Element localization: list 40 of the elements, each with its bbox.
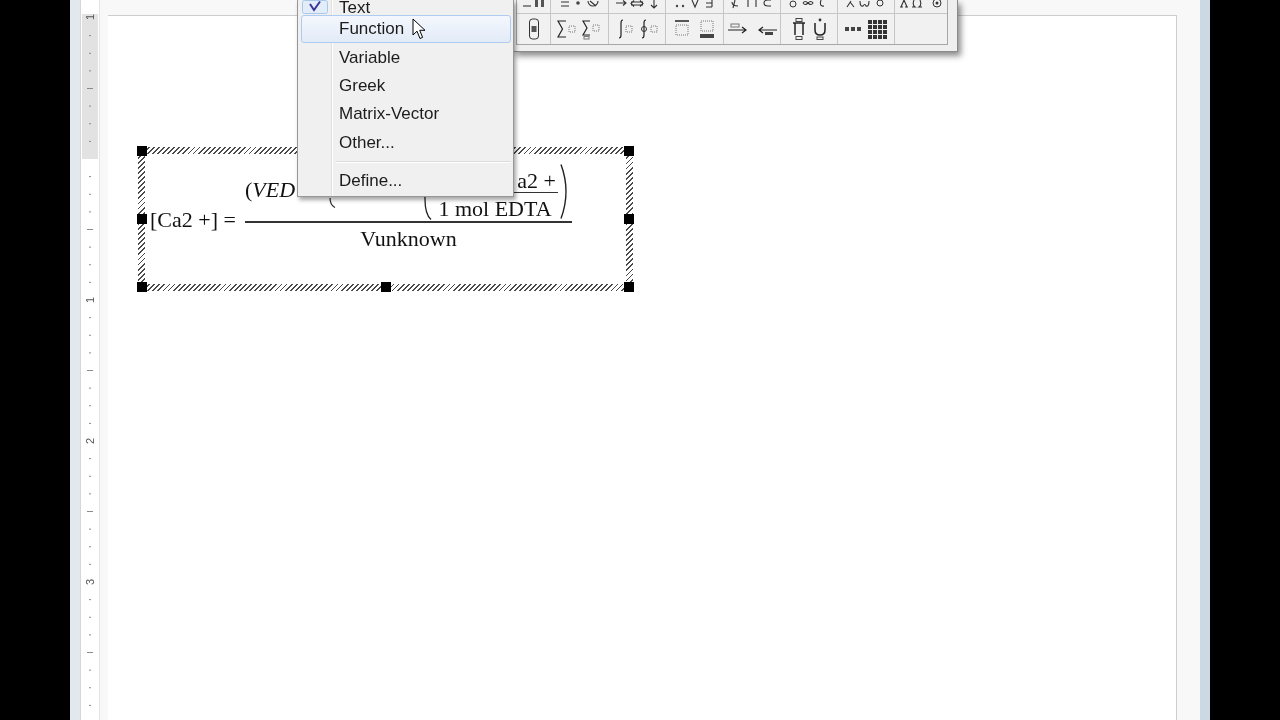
union-icon[interactable] — [811, 18, 828, 40]
menu-item[interactable]: Text — [301, 0, 511, 15]
left-parenthesis — [422, 196, 432, 220]
ruler-number: 1 — [83, 12, 97, 23]
menu-item[interactable]: Define... — [301, 166, 511, 196]
menu-item[interactable]: Greek — [301, 71, 511, 101]
math-symbols-icon[interactable] — [520, 0, 547, 9]
parenthesis-fragment — [328, 198, 337, 208]
inner-numerator: a2 + — [517, 170, 556, 192]
underbar-icon[interactable] — [697, 18, 717, 40]
menu-item[interactable]: Function — [301, 15, 511, 44]
numerator-text: (VED — [245, 176, 296, 203]
math-symbols-icon[interactable] — [614, 0, 660, 9]
ruler-number: 1 — [83, 295, 97, 306]
menu-item[interactable]: Matrix-Vector — [301, 100, 511, 129]
resize-handle[interactable] — [137, 282, 147, 292]
math-symbols-icon[interactable] — [673, 0, 716, 9]
ruler-number: 3 — [83, 577, 97, 588]
resize-handle[interactable] — [380, 282, 391, 292]
matrix-grid-icon[interactable] — [866, 18, 889, 40]
resize-handle[interactable] — [137, 146, 147, 156]
resize-handle[interactable] — [624, 214, 634, 224]
resize-handle[interactable] — [624, 282, 634, 292]
mouse-pointer-icon — [412, 18, 426, 40]
product-icon[interactable] — [790, 18, 807, 40]
math-symbols-icon[interactable] — [845, 0, 887, 9]
contour-integral-icon[interactable] — [638, 18, 659, 40]
inner-denominator: 1 mol EDTA — [438, 198, 552, 220]
math-symbols-icon[interactable] — [730, 0, 774, 9]
math-symbols-icon[interactable] — [558, 0, 601, 9]
summation-icon[interactable] — [557, 18, 577, 40]
equation-lhs: [Ca2 +] = — [150, 207, 237, 233]
fence-template-icon[interactable] — [527, 18, 540, 40]
menu-item[interactable]: Variable — [301, 43, 511, 72]
ruler-number: 2 — [83, 436, 97, 447]
math-symbols-icon[interactable] — [899, 0, 943, 9]
summation-limits-icon[interactable] — [582, 18, 602, 40]
resize-handle[interactable] — [624, 146, 634, 156]
resize-handle[interactable] — [137, 214, 147, 224]
denominator-text: Vunknown — [360, 226, 457, 251]
